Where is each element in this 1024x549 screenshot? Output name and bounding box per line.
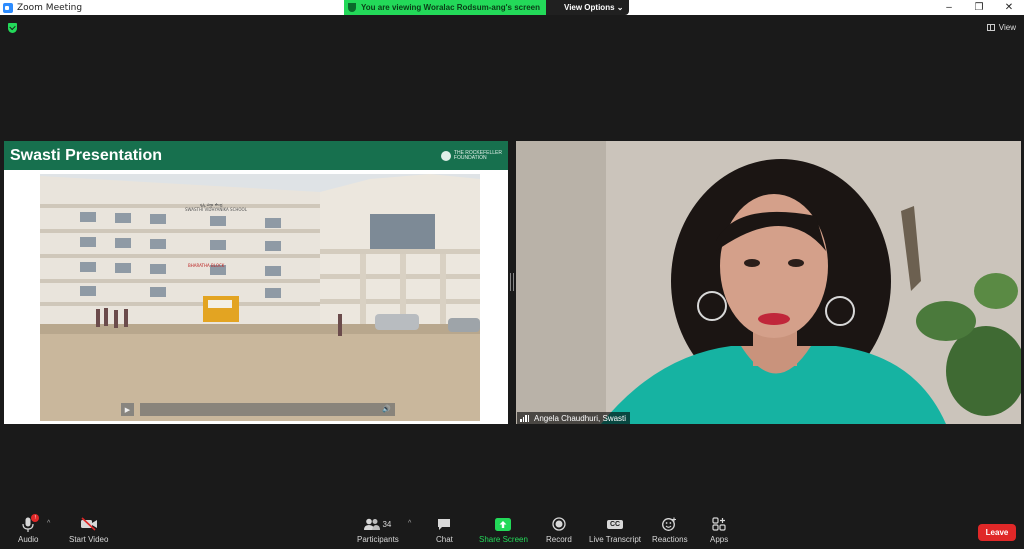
view-label: View — [998, 23, 1016, 32]
meeting-toolbar: ! Audio ^ Start Video 34 Participants ^ … — [0, 510, 1024, 549]
photo-sign-school: SWASTHI VIDHYANIKA SCHOOL — [185, 207, 248, 212]
record-icon — [552, 516, 566, 532]
participant-name: Angela Chaudhuri, Swasti — [534, 413, 627, 423]
chat-label: Chat — [436, 535, 453, 544]
share-screen-icon — [495, 516, 512, 532]
participant-video-tile[interactable]: Angela Chaudhuri, Swasti — [516, 141, 1021, 424]
photo-sign-block: BHARATHA BLOCK — [188, 263, 225, 268]
video-play-button[interactable]: ▶ — [121, 403, 134, 416]
school-building-photo: ಸ್ವಸ್ತಿ ವಿದ್ಯಾ ಕೇಂದ್ರ SWASTHI VIDHYANIKA… — [40, 174, 480, 421]
viewing-screen-text: You are viewing Woralac Rodsum-ang's scr… — [361, 3, 540, 12]
audio-label: Audio — [18, 535, 39, 544]
leave-button[interactable]: Leave — [978, 524, 1016, 541]
reactions-button[interactable]: Reactions — [652, 516, 688, 544]
share-screen-label: Share Screen — [479, 535, 528, 544]
encryption-shield-icon[interactable] — [8, 23, 17, 33]
volume-icon[interactable]: 🔊 — [382, 405, 391, 413]
chat-bubble-icon — [437, 516, 451, 532]
closed-captions-icon: CC — [606, 516, 624, 532]
embedded-video-controls: ▶ 🔊 — [121, 403, 395, 416]
zoom-app-icon — [3, 2, 13, 13]
window-title: Zoom Meeting — [17, 2, 83, 13]
split-view-divider-handle[interactable] — [510, 273, 514, 291]
foundation-seal-icon — [440, 150, 451, 161]
start-video-button[interactable]: Start Video — [69, 516, 108, 544]
record-label: Record — [546, 535, 572, 544]
view-button[interactable]: View — [986, 23, 1016, 32]
grid-view-icon — [986, 24, 995, 31]
logo-line-2: FOUNDATION — [453, 154, 487, 161]
window-controls: – ❐ ✕ — [934, 0, 1024, 15]
start-video-label: Start Video — [69, 535, 109, 544]
participants-label: Participants — [357, 535, 399, 544]
participants-icon: 34 — [364, 516, 391, 532]
record-button[interactable]: Record — [546, 516, 572, 544]
shared-screen-slide[interactable]: Swasti Presentation THE ROCKEFELLER FOUN… — [4, 141, 508, 424]
reactions-label: Reactions — [652, 535, 688, 544]
viewing-screen-indicator: You are viewing Woralac Rodsum-ang's scr… — [344, 0, 546, 15]
chat-button[interactable]: Chat — [436, 516, 453, 544]
audio-warning-badge: ! — [31, 514, 40, 522]
participants-button[interactable]: 34 Participants — [357, 516, 399, 544]
slide-header: Swasti Presentation THE ROCKEFELLER FOUN… — [4, 141, 508, 170]
rockefeller-foundation-logo: THE ROCKEFELLER FOUNDATION — [440, 150, 502, 161]
apps-button[interactable]: Apps — [710, 516, 728, 544]
participants-count: 34 — [382, 519, 392, 529]
screen-share-banner: You are viewing Woralac Rodsum-ang's scr… — [344, 0, 630, 15]
shield-icon — [348, 3, 356, 12]
restore-button[interactable]: ❐ — [964, 0, 994, 15]
school-building-image: ಸ್ವಸ್ತಿ ವಿದ್ಯಾ ಕೇಂದ್ರ SWASTHI VIDHYANIKA… — [40, 174, 480, 421]
video-progress-track[interactable]: 🔊 — [140, 403, 395, 416]
close-button[interactable]: ✕ — [994, 0, 1024, 15]
live-transcript-button[interactable]: CC Live Transcript — [589, 516, 641, 544]
participant-video-image — [516, 141, 1021, 424]
participants-options-caret-icon[interactable]: ^ — [408, 520, 411, 527]
audio-button[interactable]: ! Audio — [18, 514, 40, 544]
audio-options-caret-icon[interactable]: ^ — [47, 520, 50, 527]
apps-label: Apps — [710, 535, 729, 544]
smiley-reaction-icon — [662, 516, 677, 532]
cc-icon-text: CC — [606, 519, 624, 529]
share-screen-button[interactable]: Share Screen — [479, 516, 528, 544]
view-options-button[interactable]: View Options ⌄ — [546, 0, 630, 15]
connection-signal-icon — [520, 414, 530, 422]
video-camera-off-icon — [80, 516, 98, 532]
microphone-icon: ! — [22, 514, 40, 532]
apps-icon — [712, 516, 726, 532]
minimize-button[interactable]: – — [934, 0, 964, 15]
live-transcript-label: Live Transcript — [589, 535, 642, 544]
participant-name-tag: Angela Chaudhuri, Swasti — [517, 412, 631, 424]
slide-title: Swasti Presentation — [10, 146, 163, 164]
